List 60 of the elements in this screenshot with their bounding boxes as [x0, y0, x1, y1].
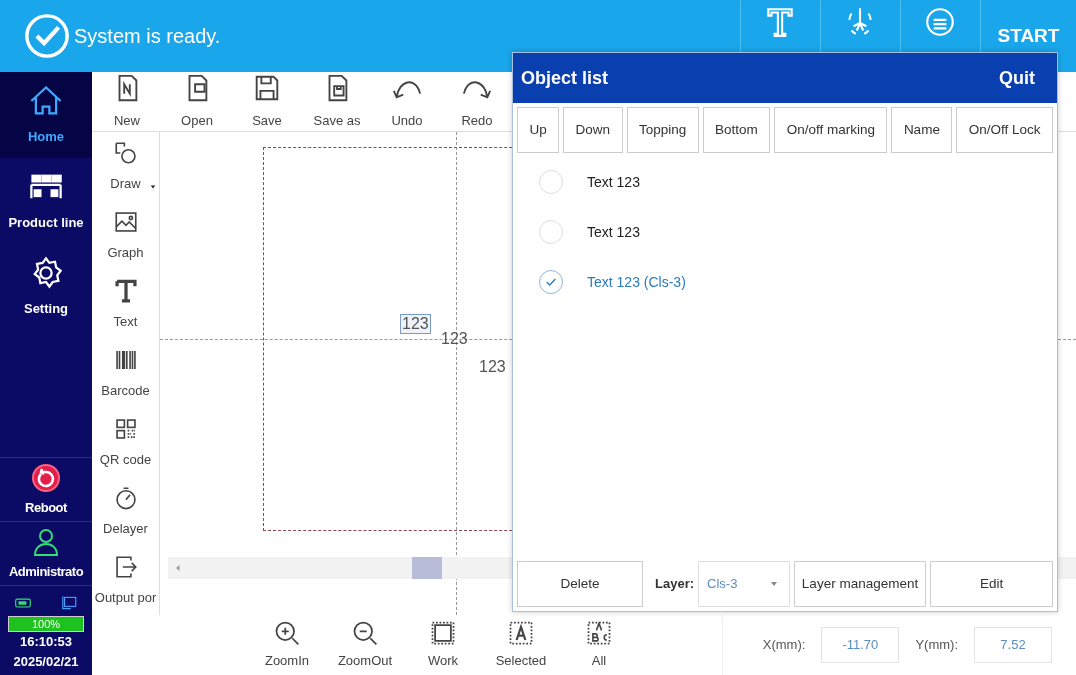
toolbar-button[interactable]: Redo — [442, 72, 512, 131]
sidebar-item[interactable]: Product line — [0, 158, 92, 244]
dialog-title: Object list — [521, 66, 609, 90]
tool-button[interactable]: Output por — [92, 546, 159, 615]
edit-button[interactable]: Edit — [930, 561, 1053, 607]
caret-icon — [149, 184, 157, 190]
toolbar-button[interactable]: Down — [563, 107, 623, 153]
tool-button[interactable]: Draw — [92, 132, 159, 201]
toolbar-button[interactable]: Up — [517, 107, 560, 153]
coordinate-field[interactable]: 7.52 — [974, 627, 1052, 663]
reboot-icon — [30, 461, 62, 494]
sidebar-item[interactable]: Reboot — [0, 457, 92, 521]
list-circle-icon — [923, 5, 957, 39]
view-button[interactable]: Work — [404, 619, 482, 671]
scroll-thumb[interactable] — [412, 557, 442, 579]
toolbar-button[interactable]: Save — [232, 72, 302, 131]
view-button[interactable]: ZoomOut — [326, 619, 404, 671]
tool-button[interactable]: Barcode — [92, 339, 159, 408]
layer-management-button[interactable]: Layer management — [794, 561, 927, 607]
layer-select[interactable]: Cls-3 — [698, 561, 791, 607]
toolbar-button[interactable]: On/Off Lock — [956, 107, 1053, 153]
toolbar-button[interactable]: On/off marking — [774, 107, 888, 153]
tool-button[interactable]: Graph — [92, 201, 159, 270]
coordinate-label: Y(mm): — [915, 636, 958, 655]
zoom-out-icon — [351, 619, 379, 648]
sidebar-item[interactable]: Home — [0, 72, 92, 158]
scroll-left-icon — [174, 564, 182, 572]
coordinate-field[interactable]: -11.70 — [821, 627, 900, 663]
tool-button[interactable]: Text — [92, 270, 159, 339]
object-list-item[interactable]: Text 123 (Cls-3) — [513, 257, 1057, 307]
view-button[interactable]: All — [560, 619, 638, 671]
view-button[interactable]: ZoomIn — [248, 619, 326, 671]
view-button[interactable]: Selected — [482, 619, 560, 671]
toolbar-button[interactable]: Undo — [372, 72, 442, 131]
tool-button[interactable]: Delayer — [92, 477, 159, 546]
sidebar-item[interactable]: Setting — [0, 244, 92, 330]
canvas-text[interactable]: 123 — [400, 314, 431, 334]
toolbar-button[interactable]: Open — [162, 72, 232, 131]
toolbar-button[interactable]: Name — [891, 107, 953, 153]
toolbar-button[interactable]: Save as — [302, 72, 372, 131]
tool-button[interactable]: QR code — [92, 408, 159, 477]
sidebar-item[interactable]: Administrato — [0, 521, 92, 585]
canvas-text[interactable]: 123 — [441, 331, 468, 347]
toolbar-button[interactable]: Topping — [626, 107, 699, 153]
clock-time: 16:10:53 — [18, 633, 73, 651]
layer-label: Layer: — [655, 575, 695, 594]
check-circle-icon — [24, 13, 70, 59]
delete-button[interactable]: Delete — [517, 561, 643, 607]
canvas-text[interactable]: 123 — [479, 359, 506, 375]
shapes-icon — [112, 139, 139, 166]
battery-bar: 100% — [8, 616, 84, 632]
zoom-in-icon — [273, 619, 301, 648]
toolbar-button[interactable]: Bottom — [702, 107, 771, 153]
object-list-item[interactable]: Text 123 — [513, 207, 1057, 257]
toolbar-button[interactable]: New — [92, 72, 162, 131]
object-list-item[interactable]: Text 123 — [513, 157, 1057, 207]
date-text: 2025/02/21 — [12, 652, 80, 671]
coordinate-label: X(mm): — [762, 636, 806, 655]
letter-t-icon — [112, 277, 139, 304]
status-message: System is ready. — [74, 24, 221, 49]
